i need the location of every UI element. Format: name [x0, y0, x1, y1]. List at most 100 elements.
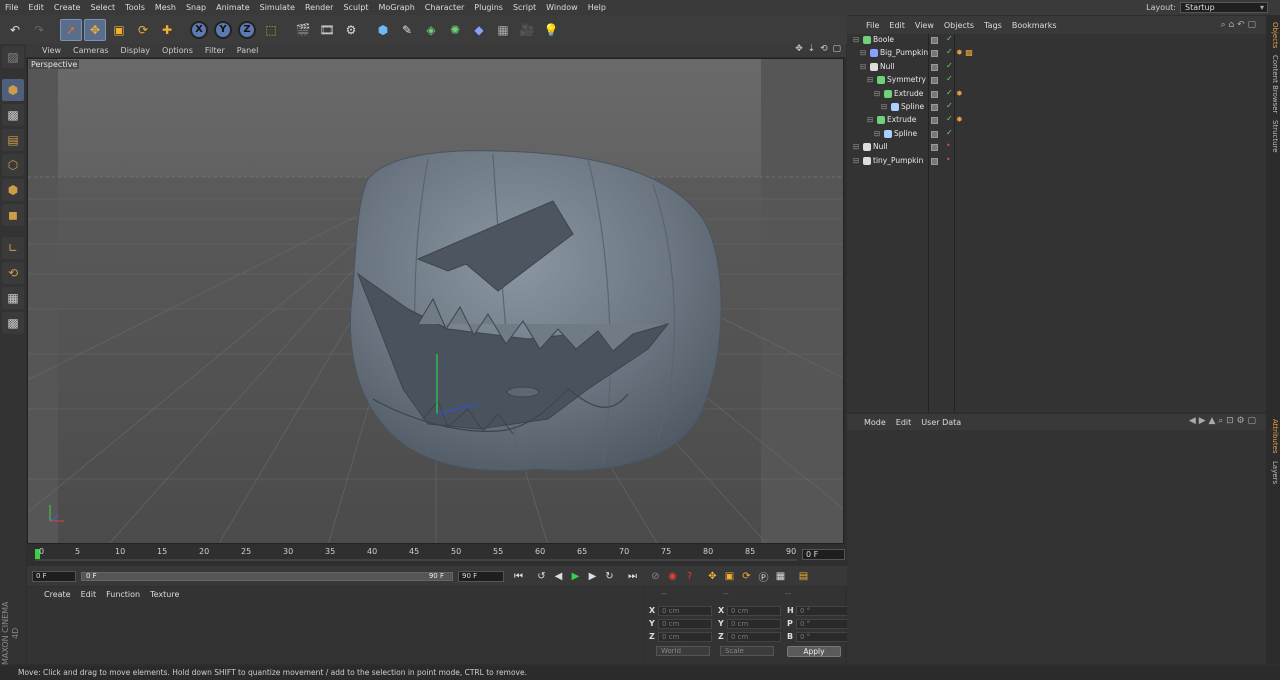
- menu-plugins[interactable]: Plugins: [469, 0, 508, 15]
- snap-icon[interactable]: ▦: [2, 287, 24, 309]
- attribute-nav-icons[interactable]: ◀ ▶ ▲ ⌕ ⊡ ⚙ ▢: [1189, 416, 1256, 426]
- object-row[interactable]: ⊟ Extrude ✓ ✸: [847, 88, 1266, 101]
- previous-key-icon[interactable]: ↺: [533, 568, 550, 585]
- viewport-menu-cameras[interactable]: Cameras: [67, 46, 115, 55]
- enabled-check-icon[interactable]: ✓: [946, 114, 953, 123]
- viewport-menu-options[interactable]: Options: [156, 46, 199, 55]
- subdivision-surface-icon[interactable]: ◈: [420, 18, 442, 41]
- layer-color-icon[interactable]: [931, 77, 938, 85]
- tab-attributes[interactable]: Attributes: [1267, 416, 1279, 456]
- render-picture-viewer-icon[interactable]: 🎞: [316, 18, 338, 41]
- keyframe-selection-icon[interactable]: ?: [681, 568, 698, 585]
- rotate-tool-icon[interactable]: ⟳: [132, 18, 154, 41]
- key-rotation-icon[interactable]: ⟳: [738, 568, 755, 585]
- enabled-check-icon[interactable]: ✓: [946, 74, 953, 83]
- y-axis-lock-button[interactable]: Y: [212, 18, 234, 41]
- go-to-start-icon[interactable]: ⏮: [510, 568, 527, 585]
- texture-mode-icon[interactable]: ▩: [2, 104, 24, 126]
- expand-toggle-icon[interactable]: ⊟: [881, 102, 887, 111]
- menu-snap[interactable]: Snap: [181, 0, 211, 15]
- perspective-viewport[interactable]: Perspective: [27, 58, 844, 544]
- enabled-check-icon[interactable]: ✓: [946, 88, 953, 97]
- object-row[interactable]: ⊟ Spline ✓: [847, 101, 1266, 114]
- expand-toggle-icon[interactable]: ⊟: [874, 89, 880, 98]
- size-x-field[interactable]: 0 cm: [727, 605, 781, 616]
- menu-animate[interactable]: Animate: [211, 0, 255, 15]
- object-row[interactable]: ⊟ Spline ✓: [847, 128, 1266, 141]
- object-name[interactable]: Spline: [894, 129, 917, 138]
- spline-pen-icon[interactable]: ✎: [396, 18, 418, 41]
- x-axis-lock-button[interactable]: X: [188, 18, 210, 41]
- material-menu-edit[interactable]: Edit: [76, 590, 102, 599]
- autokey-icon[interactable]: ◉: [664, 568, 681, 585]
- render-settings-icon[interactable]: ⚙: [340, 18, 362, 41]
- object-name[interactable]: Extrude: [894, 89, 923, 98]
- edges-mode-icon[interactable]: ⬢: [2, 179, 24, 201]
- layer-color-icon[interactable]: [931, 157, 938, 165]
- layer-color-icon[interactable]: [931, 144, 938, 152]
- tab-content-browser[interactable]: Content Browser: [1267, 54, 1279, 114]
- layer-color-icon[interactable]: [931, 104, 938, 111]
- next-key-icon[interactable]: ↻: [601, 568, 618, 585]
- enabled-check-icon[interactable]: ✓: [946, 34, 953, 43]
- menu-edit[interactable]: Edit: [23, 0, 49, 15]
- attribute-menu-user-data[interactable]: User Data: [916, 418, 966, 427]
- object-menu-file[interactable]: File: [861, 21, 884, 30]
- viewport-menu-filter[interactable]: Filter: [199, 46, 231, 55]
- menu-select[interactable]: Select: [85, 0, 120, 15]
- coordinate-mode-select[interactable]: World: [656, 646, 710, 656]
- object-row[interactable]: ⊟ Extrude ✓ ✸: [847, 114, 1266, 127]
- key-scale-icon[interactable]: ▣: [721, 568, 738, 585]
- material-menu-function[interactable]: Function: [101, 590, 145, 599]
- layer-color-icon[interactable]: [931, 37, 938, 44]
- menu-create[interactable]: Create: [49, 0, 86, 15]
- layer-color-icon[interactable]: [931, 63, 938, 71]
- object-name[interactable]: Null: [873, 142, 888, 151]
- workplane-lock-icon[interactable]: ▩: [2, 312, 24, 334]
- enabled-check-icon[interactable]: ✓: [946, 128, 953, 137]
- object-name[interactable]: Null: [880, 62, 895, 71]
- rotation-b-field[interactable]: 0 °: [796, 631, 850, 642]
- menu-window[interactable]: Window: [541, 0, 583, 15]
- menu-simulate[interactable]: Simulate: [255, 0, 300, 15]
- floor-icon[interactable]: ▦: [492, 18, 514, 41]
- go-to-end-icon[interactable]: ⏭: [624, 568, 641, 585]
- viewport-menu-view[interactable]: View: [36, 46, 67, 55]
- object-menu-view[interactable]: View: [910, 21, 939, 30]
- start-frame-field[interactable]: 0 F: [32, 570, 76, 582]
- tab-objects[interactable]: Objects: [1267, 20, 1279, 50]
- end-frame-field[interactable]: 90 F: [458, 570, 504, 582]
- z-axis-lock-button[interactable]: Z: [236, 18, 258, 41]
- points-mode-icon[interactable]: ⬡: [2, 154, 24, 176]
- light-icon[interactable]: 💡: [540, 18, 562, 41]
- previous-frame-icon[interactable]: ◀: [550, 568, 567, 585]
- next-frame-icon[interactable]: ▶: [584, 568, 601, 585]
- redo-icon[interactable]: ↷: [28, 18, 50, 41]
- disabled-x-icon[interactable]: •: [946, 141, 951, 150]
- enabled-check-icon[interactable]: ✓: [946, 61, 953, 70]
- play-icon[interactable]: ▶: [567, 568, 584, 585]
- object-menu-objects[interactable]: Objects: [939, 21, 979, 30]
- viewport-menu-display[interactable]: Display: [115, 46, 157, 55]
- undo-icon[interactable]: ↶: [4, 18, 26, 41]
- timeline-ruler[interactable]: 0 5 10 15 20 25 30 35 40 45 50 55 60 65 …: [27, 546, 845, 566]
- object-menu-tags[interactable]: Tags: [979, 21, 1007, 30]
- tab-structure[interactable]: Structure: [1267, 118, 1279, 154]
- material-menu-create[interactable]: Create: [39, 590, 76, 599]
- position-z-field[interactable]: 0 cm: [658, 631, 712, 642]
- object-tags[interactable]: ✸: [956, 115, 963, 124]
- expand-toggle-icon[interactable]: ⊟: [853, 35, 859, 44]
- menu-tools[interactable]: Tools: [120, 0, 150, 15]
- menu-help[interactable]: Help: [583, 0, 611, 15]
- menu-render[interactable]: Render: [300, 0, 338, 15]
- model-mode-icon[interactable]: ⬢: [2, 79, 24, 101]
- attribute-menu-mode[interactable]: Mode: [859, 418, 891, 427]
- object-name[interactable]: Spline: [901, 102, 924, 111]
- key-position-icon[interactable]: ✥: [704, 568, 721, 585]
- object-name[interactable]: Extrude: [887, 115, 916, 124]
- menu-mograph[interactable]: MoGraph: [373, 0, 419, 15]
- rotation-h-field[interactable]: 0 °: [796, 605, 850, 616]
- make-editable-icon[interactable]: ▨: [2, 46, 24, 68]
- tweak-mode-icon[interactable]: ⟲: [2, 262, 24, 284]
- object-name[interactable]: tiny_Pumpkin: [873, 156, 923, 165]
